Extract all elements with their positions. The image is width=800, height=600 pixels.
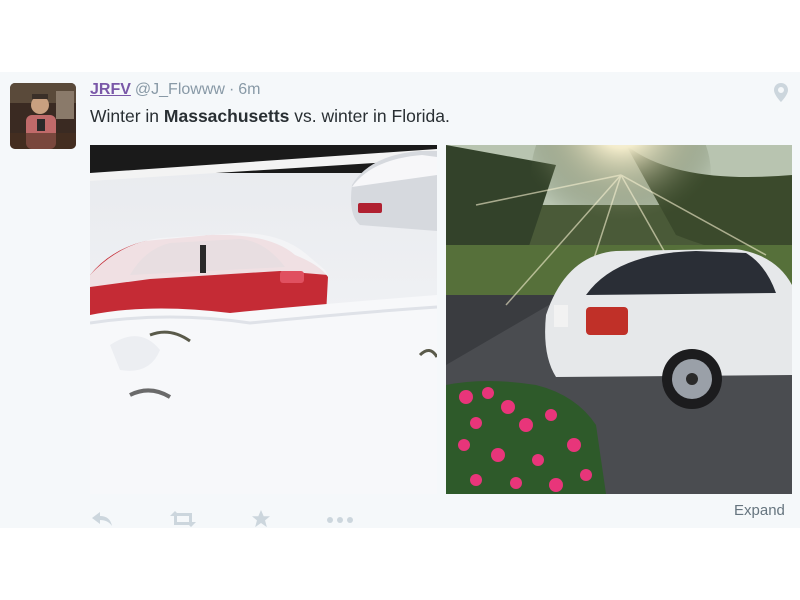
reply-icon[interactable] bbox=[90, 510, 114, 528]
tweet-text-bold: Massachusetts bbox=[163, 106, 290, 126]
more-icon[interactable] bbox=[326, 510, 354, 528]
tweet-timestamp[interactable]: 6m bbox=[238, 81, 260, 98]
photo-sunny-car[interactable] bbox=[446, 145, 792, 494]
location-pin-icon[interactable] bbox=[774, 83, 788, 107]
photo-snow-car[interactable] bbox=[90, 145, 437, 494]
favorite-icon[interactable] bbox=[250, 510, 272, 528]
tweet-card[interactable]: JRFV @J_Flowww · 6m Winter in Massachusetts… bbox=[0, 72, 800, 528]
tweet-text: Winter in Massachusetts vs. winter in Fl… bbox=[90, 106, 450, 127]
author-display-name[interactable]: JRFV bbox=[90, 81, 131, 98]
avatar-image bbox=[10, 83, 76, 149]
author-handle[interactable]: @J_Flowww bbox=[135, 81, 225, 98]
tweet-text-part2: vs. winter in Florida. bbox=[289, 106, 450, 126]
expand-link[interactable]: Expand bbox=[734, 502, 785, 519]
avatar[interactable] bbox=[10, 83, 76, 149]
meta-separator: · bbox=[228, 81, 235, 98]
tweet-header: JRFV @J_Flowww · 6m bbox=[90, 81, 261, 99]
retweet-icon[interactable] bbox=[168, 510, 198, 528]
tweet-text-part1: Winter in bbox=[90, 106, 164, 126]
